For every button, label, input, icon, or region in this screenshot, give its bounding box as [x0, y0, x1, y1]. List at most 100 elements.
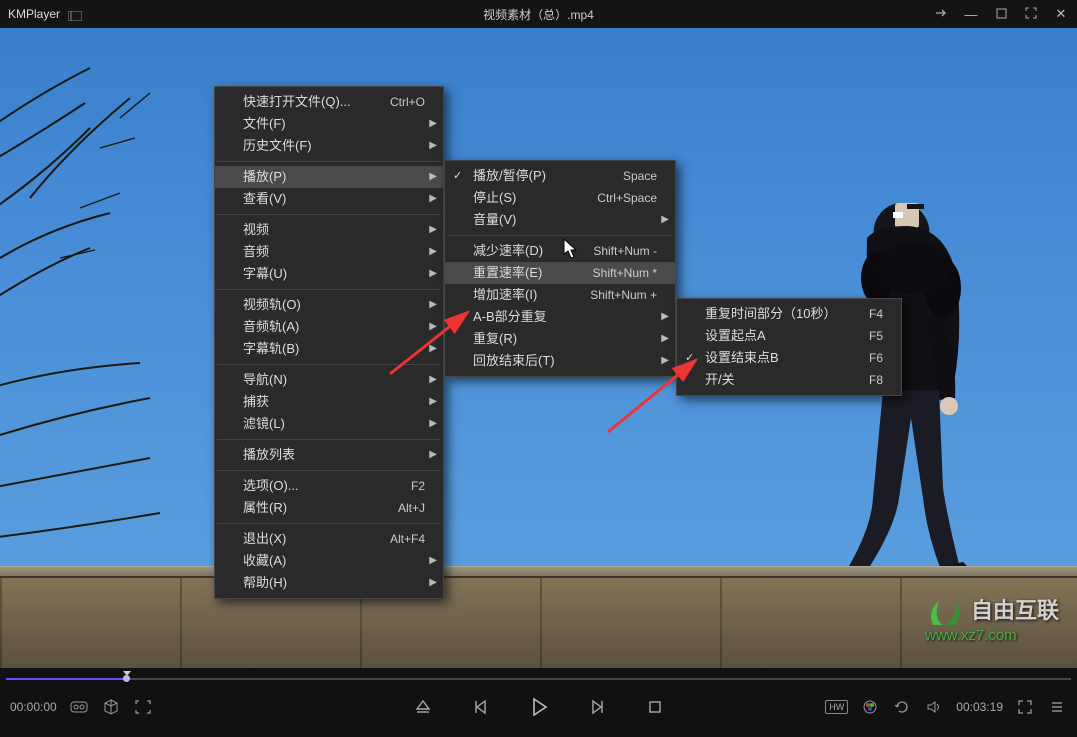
submenu-arrow-icon: ▶: [661, 328, 669, 350]
playback-menu-item-4[interactable]: 减少速率(D)Shift+Num -: [445, 240, 675, 262]
menu-item-label: 音量(V): [473, 209, 657, 231]
menu-item-label: 历史文件(F): [243, 135, 425, 157]
volume-icon[interactable]: [924, 697, 944, 717]
main-menu-item-26[interactable]: 帮助(H)▶: [215, 572, 443, 594]
playback-menu-item-9[interactable]: 回放结束后(T)▶: [445, 350, 675, 372]
playback-menu-item-7[interactable]: A-B部分重复▶: [445, 306, 675, 328]
menu-item-label: 查看(V): [243, 188, 425, 210]
main-menu-item-11[interactable]: 视频轨(O)▶: [215, 294, 443, 316]
cube-icon[interactable]: [101, 697, 121, 717]
main-menu-separator: [217, 523, 441, 524]
menu-item-label: 设置结束点B: [705, 347, 853, 369]
context-menu-main[interactable]: 快速打开文件(Q)...Ctrl+O文件(F)▶历史文件(F)▶播放(P)▶查看…: [214, 86, 444, 599]
fullscreen-button[interactable]: [1023, 7, 1039, 22]
main-menu-item-7[interactable]: 视频▶: [215, 219, 443, 241]
prev-button[interactable]: [469, 695, 493, 719]
player-controls: 00:00:00 HW 00:03:19: [0, 668, 1077, 737]
menu-item-label: 播放(P): [243, 166, 425, 188]
menu-item-label: 重复时间部分（10秒）: [705, 303, 853, 325]
rotate-icon[interactable]: [892, 697, 912, 717]
submenu-arrow-icon: ▶: [429, 166, 437, 188]
menu-item-shortcut: Shift+Num +: [590, 284, 657, 306]
abrepeat-menu-item-2[interactable]: ✓设置结束点BF6: [677, 347, 901, 369]
context-submenu-playback[interactable]: ✓播放/暂停(P)Space停止(S)Ctrl+Space音量(V)▶减少速率(…: [444, 160, 676, 377]
submenu-arrow-icon: ▶: [661, 350, 669, 372]
window-title: 视频素材（总）.mp4: [0, 6, 1077, 23]
submenu-arrow-icon: ▶: [429, 572, 437, 594]
submenu-arrow-icon: ▶: [429, 263, 437, 285]
main-menu-item-16[interactable]: 捕获▶: [215, 391, 443, 413]
pin-icon[interactable]: [933, 6, 949, 23]
menu-item-label: 音频轨(A): [243, 316, 425, 338]
main-menu-item-15[interactable]: 导航(N)▶: [215, 369, 443, 391]
playback-menu-item-1[interactable]: 停止(S)Ctrl+Space: [445, 187, 675, 209]
close-button[interactable]: ✕: [1053, 6, 1069, 22]
abrepeat-menu-item-0[interactable]: 重复时间部分（10秒）F4: [677, 303, 901, 325]
wall: [0, 578, 1077, 668]
menu-item-label: 增加速率(I): [473, 284, 574, 306]
maximize-button[interactable]: [993, 7, 1009, 22]
playback-menu-item-2[interactable]: 音量(V)▶: [445, 209, 675, 231]
menu-item-label: 捕获: [243, 391, 425, 413]
minimize-button[interactable]: —: [963, 7, 979, 22]
main-menu-item-25[interactable]: 收藏(A)▶: [215, 550, 443, 572]
title-bar: KMPlayer 视频素材（总）.mp4 — ✕: [0, 0, 1077, 28]
menu-item-label: 音频: [243, 241, 425, 263]
menu-item-label: 设置起点A: [705, 325, 853, 347]
main-menu-item-13[interactable]: 字幕轨(B)▶: [215, 338, 443, 360]
main-menu-item-1[interactable]: 文件(F)▶: [215, 113, 443, 135]
playback-menu-item-8[interactable]: 重复(R)▶: [445, 328, 675, 350]
menu-item-label: A-B部分重复: [473, 306, 657, 328]
menu-item-label: 属性(R): [243, 497, 382, 519]
menu-item-label: 播放列表: [243, 444, 425, 466]
main-menu-item-4[interactable]: 播放(P)▶: [215, 166, 443, 188]
main-menu-item-9[interactable]: 字幕(U)▶: [215, 263, 443, 285]
playback-menu-separator: [447, 235, 673, 236]
menu-item-shortcut: F8: [869, 369, 883, 391]
playback-menu-item-0[interactable]: ✓播放/暂停(P)Space: [445, 165, 675, 187]
submenu-arrow-icon: ▶: [429, 316, 437, 338]
submenu-arrow-icon: ▶: [429, 338, 437, 360]
color-icon[interactable]: [860, 697, 880, 717]
main-menu-item-24[interactable]: 退出(X)Alt+F4: [215, 528, 443, 550]
submenu-arrow-icon: ▶: [429, 444, 437, 466]
playback-menu-item-5[interactable]: 重置速率(E)Shift+Num *: [445, 262, 675, 284]
main-menu-separator: [217, 364, 441, 365]
play-button[interactable]: [527, 695, 551, 719]
abrepeat-menu-item-3[interactable]: 开/关F8: [677, 369, 901, 391]
main-menu-item-22[interactable]: 属性(R)Alt+J: [215, 497, 443, 519]
menu-item-label: 文件(F): [243, 113, 425, 135]
total-time: 00:03:19: [956, 700, 1003, 714]
submenu-arrow-icon: ▶: [429, 241, 437, 263]
menu-item-label: 视频轨(O): [243, 294, 425, 316]
hw-badge[interactable]: HW: [825, 700, 848, 714]
playback-menu-item-6[interactable]: 增加速率(I) Shift+Num +: [445, 284, 675, 306]
wall-ledge: [0, 566, 1077, 578]
main-menu-item-8[interactable]: 音频▶: [215, 241, 443, 263]
fullscreen-icon[interactable]: [1015, 697, 1035, 717]
vr-icon[interactable]: [69, 697, 89, 717]
context-submenu-abrepeat[interactable]: 重复时间部分（10秒）F4设置起点AF5✓设置结束点BF6开/关F8: [676, 298, 902, 396]
main-menu-item-21[interactable]: 选项(O)...F2: [215, 475, 443, 497]
menu-item-label: 选项(O)...: [243, 475, 395, 497]
capture-icon[interactable]: [133, 697, 153, 717]
next-button[interactable]: [585, 695, 609, 719]
check-icon: ✓: [685, 347, 694, 369]
main-menu-item-0[interactable]: 快速打开文件(Q)...Ctrl+O: [215, 91, 443, 113]
main-menu-item-19[interactable]: 播放列表▶: [215, 444, 443, 466]
eject-button[interactable]: [411, 695, 435, 719]
seek-bar[interactable]: [0, 668, 1077, 684]
menu-item-shortcut: Ctrl+O: [390, 91, 425, 113]
stop-button[interactable]: [643, 695, 667, 719]
main-menu-item-12[interactable]: 音频轨(A)▶: [215, 316, 443, 338]
menu-item-label: 滤镜(L): [243, 413, 425, 435]
submenu-arrow-icon: ▶: [429, 135, 437, 157]
main-menu-item-5[interactable]: 查看(V)▶: [215, 188, 443, 210]
abrepeat-menu-item-1[interactable]: 设置起点AF5: [677, 325, 901, 347]
main-menu-item-17[interactable]: 滤镜(L)▶: [215, 413, 443, 435]
playlist-icon[interactable]: [1047, 697, 1067, 717]
main-menu-item-2[interactable]: 历史文件(F)▶: [215, 135, 443, 157]
menu-item-label: 收藏(A): [243, 550, 425, 572]
submenu-arrow-icon: ▶: [429, 294, 437, 316]
menu-item-shortcut: Shift+Num *: [593, 262, 657, 284]
